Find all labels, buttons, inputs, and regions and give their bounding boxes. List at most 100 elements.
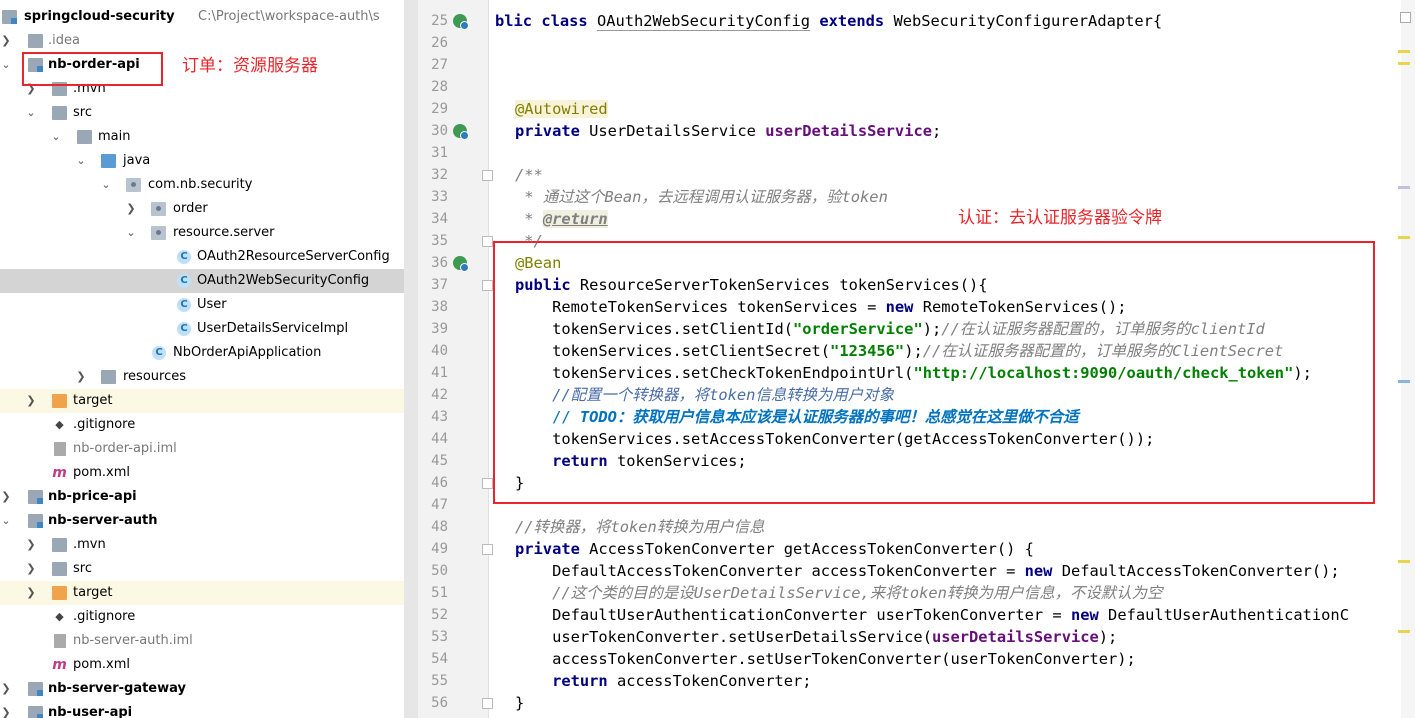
module-folder-icon: [2, 10, 17, 24]
line-number: 41: [431, 365, 448, 381]
spring-bean-gutter-icon[interactable]: [453, 14, 469, 30]
tree-item-user[interactable]: C User: [0, 293, 404, 317]
chevron-down-icon[interactable]: ⌄: [75, 149, 87, 173]
tree-item-label: pom.xml: [73, 657, 130, 672]
code-token: userDetailsService: [931, 628, 1099, 646]
tree-item-auth-src[interactable]: ❯ src: [0, 557, 404, 581]
class-icon: C: [177, 322, 191, 336]
chevron-down-icon[interactable]: ⌄: [125, 221, 137, 245]
warning-marker[interactable]: [1398, 630, 1410, 633]
chevron-right-icon[interactable]: ❯: [25, 581, 37, 605]
auth-annotation: 认证：去认证服务器验令牌: [958, 208, 1162, 228]
tree-item-java[interactable]: ⌄ java: [0, 149, 404, 173]
code-token: userTokenConverter.setUserDetailsService…: [515, 628, 932, 646]
warning-marker[interactable]: [1398, 560, 1410, 563]
tree-item-label: NbOrderApiApplication: [173, 345, 322, 360]
info-marker[interactable]: [1398, 186, 1410, 189]
panel-splitter[interactable]: [404, 0, 418, 718]
chevron-right-icon[interactable]: ❯: [0, 29, 12, 53]
code-token: *: [515, 210, 543, 228]
tree-item-nb-price-api[interactable]: ❯ nb-price-api: [0, 485, 404, 509]
class-icon: C: [177, 250, 191, 264]
order-annotation: 订单：资源服务器: [182, 56, 318, 76]
line-number: 31: [431, 145, 448, 161]
tree-item-auth-iml[interactable]: nb-server-auth.iml: [0, 629, 404, 653]
tree-item-idea[interactable]: ❯ .idea: [0, 29, 404, 53]
tree-item-order-iml[interactable]: nb-order-api.iml: [0, 437, 404, 461]
chevron-right-icon[interactable]: ❯: [25, 389, 37, 413]
tree-item-nb-order-api-application[interactable]: C NbOrderApiApplication: [0, 341, 404, 365]
chevron-right-icon[interactable]: ❯: [0, 701, 12, 718]
line-number: 34: [431, 211, 448, 227]
package-icon: [126, 178, 141, 192]
warning-marker[interactable]: [1398, 50, 1410, 53]
chevron-down-icon[interactable]: ⌄: [0, 509, 12, 533]
chevron-right-icon[interactable]: ❯: [25, 557, 37, 581]
resources-folder-icon: [101, 370, 116, 384]
tree-root[interactable]: springcloud-security C:\Project\workspac…: [0, 5, 404, 29]
spring-bean-gutter-icon[interactable]: [453, 256, 469, 272]
chevron-right-icon[interactable]: ❯: [0, 485, 12, 509]
tree-item-label: main: [98, 129, 131, 144]
code-line: userTokenConverter.setUserDetailsService…: [515, 626, 1117, 648]
tree-item-gitignore[interactable]: ◆ .gitignore: [0, 413, 404, 437]
chevron-down-icon[interactable]: ⌄: [25, 101, 37, 125]
code-token: WebSecurityConfigurerAdapter{: [893, 12, 1163, 30]
tree-item-nb-server-gateway[interactable]: ❯ nb-server-gateway: [0, 677, 404, 701]
tree-item-label: OAuth2WebSecurityConfig: [197, 273, 370, 288]
tree-item-user-details-service-impl[interactable]: C UserDetailsServiceImpl: [0, 317, 404, 341]
line-number: 55: [431, 673, 448, 689]
line-number: 43: [431, 409, 448, 425]
excluded-folder-icon: [52, 586, 67, 600]
spring-boot-class-icon: C: [152, 346, 166, 360]
code-line: * 通过这个Bean，去远程调用认证服务器，验token: [515, 188, 888, 206]
tree-item-resources[interactable]: ❯ resources: [0, 365, 404, 389]
tree-item-pom[interactable]: m pom.xml: [0, 461, 404, 485]
code-line: /**: [515, 166, 543, 184]
tree-item-label: order: [173, 201, 208, 216]
inspection-status-icon[interactable]: [1400, 12, 1411, 23]
warning-marker[interactable]: [1398, 236, 1410, 239]
git-file-icon: ◆: [55, 418, 64, 431]
tree-item-auth-pom[interactable]: m pom.xml: [0, 653, 404, 677]
tree-item-oauth2-web-security-config[interactable]: C OAuth2WebSecurityConfig: [0, 269, 404, 293]
tree-item-auth-target[interactable]: ❯ target: [0, 581, 404, 605]
folder-icon: [28, 34, 43, 48]
chevron-down-icon[interactable]: ⌄: [50, 125, 62, 149]
line-number: 48: [431, 519, 448, 535]
tree-item-auth-gitignore[interactable]: ◆ .gitignore: [0, 605, 404, 629]
editor-scrollbar[interactable]: [1401, 0, 1415, 718]
tree-item-auth-mvn[interactable]: ❯ .mvn: [0, 533, 404, 557]
warning-marker[interactable]: [1398, 62, 1410, 65]
chevron-down-icon[interactable]: ⌄: [0, 53, 12, 77]
tree-item-nb-user-api[interactable]: ❯ nb-user-api: [0, 701, 404, 718]
tree-item-oauth2-resource-server-config[interactable]: C OAuth2ResourceServerConfig: [0, 245, 404, 269]
tree-item-nb-server-auth[interactable]: ⌄ nb-server-auth: [0, 509, 404, 533]
tree-item-target[interactable]: ❯ target: [0, 389, 404, 413]
tree-item-src[interactable]: ⌄ src: [0, 101, 404, 125]
excluded-folder-icon: [52, 394, 67, 408]
tree-item-label: nb-server-auth.iml: [73, 633, 193, 648]
chevron-right-icon[interactable]: ❯: [75, 365, 87, 389]
project-tree-panel: springcloud-security C:\Project\workspac…: [0, 0, 404, 718]
chevron-right-icon[interactable]: ❯: [0, 677, 12, 701]
tree-item-main[interactable]: ⌄ main: [0, 125, 404, 149]
chevron-down-icon[interactable]: ⌄: [100, 173, 112, 197]
tree-item-label: .gitignore: [73, 417, 136, 432]
module-folder-icon: [28, 514, 43, 528]
chevron-right-icon[interactable]: ❯: [25, 533, 37, 557]
line-number: 47: [431, 497, 448, 513]
line-number: 42: [431, 387, 448, 403]
line-number: 40: [431, 343, 448, 359]
chevron-right-icon[interactable]: ❯: [125, 197, 137, 221]
line-number: 38: [431, 299, 448, 315]
spring-bean-gutter-icon[interactable]: [453, 124, 469, 140]
code-token: private: [515, 122, 590, 140]
code-line: //转换器，将token转换为用户信息: [515, 518, 765, 536]
tree-item-com-nb-security[interactable]: ⌄ com.nb.security: [0, 173, 404, 197]
line-number: 50: [431, 563, 448, 579]
tree-item-order[interactable]: ❯ order: [0, 197, 404, 221]
tree-item-resource-server[interactable]: ⌄ resource.server: [0, 221, 404, 245]
tree-item-label: target: [73, 393, 113, 408]
info-marker[interactable]: [1398, 380, 1410, 383]
